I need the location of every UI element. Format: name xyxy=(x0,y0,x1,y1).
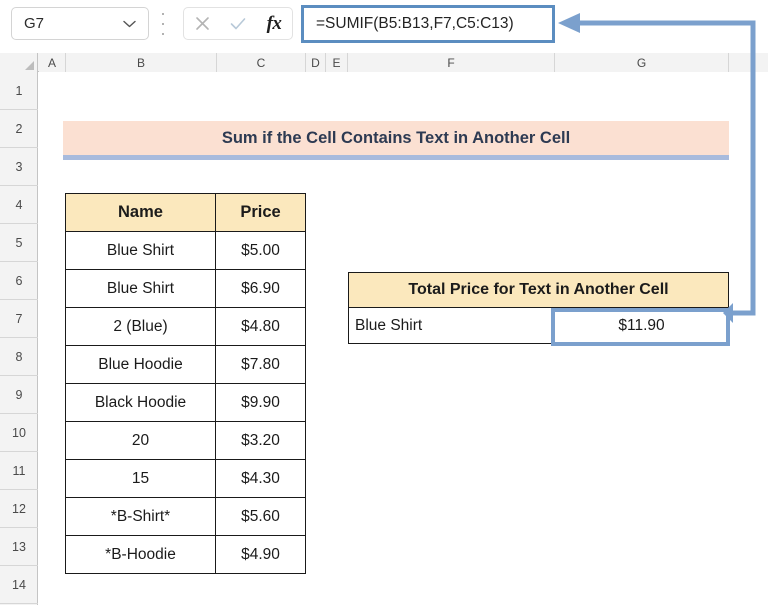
column-header-g[interactable]: G xyxy=(555,53,729,72)
excel-worksheet-screenshot: G7 fx =SUMIF(B5:B13,F7,C5:C13) A B C D E… xyxy=(0,0,768,605)
column-header-c[interactable]: C xyxy=(217,53,306,72)
more-options-icon[interactable] xyxy=(158,13,168,35)
select-all-triangle-icon xyxy=(25,61,34,70)
row-header-14[interactable]: 14 xyxy=(0,566,38,604)
table-row: Black Hoodie $9.90 xyxy=(65,383,306,422)
cell-name[interactable]: Black Hoodie xyxy=(65,383,216,422)
table-header-row: Name Price xyxy=(65,193,306,232)
table-row: Blue Hoodie $7.80 xyxy=(65,345,306,384)
table-row: Blue Shirt $6.90 xyxy=(65,269,306,308)
row-header-3[interactable]: 3 xyxy=(0,148,38,186)
chevron-down-icon[interactable] xyxy=(118,20,140,28)
name-box-value: G7 xyxy=(24,15,45,32)
column-header-d[interactable]: D xyxy=(306,53,326,72)
column-header-f[interactable]: F xyxy=(348,53,555,72)
column-header-row: A B C D E F G xyxy=(0,53,768,72)
row-header-6[interactable]: 6 xyxy=(0,262,38,300)
select-all-corner[interactable] xyxy=(0,53,38,72)
check-icon[interactable] xyxy=(223,10,253,38)
column-header-h[interactable] xyxy=(729,53,768,72)
cell-price[interactable]: $9.90 xyxy=(215,383,306,422)
insert-function-icon[interactable]: fx xyxy=(259,10,289,38)
table-row: 2 (Blue) $4.80 xyxy=(65,307,306,346)
formula-input[interactable]: =SUMIF(B5:B13,F7,C5:C13) xyxy=(301,5,555,43)
title-banner: Sum if the Cell Contains Text in Another… xyxy=(63,121,729,155)
row-header-column: 1 2 3 4 5 6 7 8 9 10 11 12 13 14 xyxy=(0,72,38,605)
cell-name[interactable]: 15 xyxy=(65,459,216,498)
column-header-b[interactable]: B xyxy=(66,53,217,72)
column-header-e[interactable]: E xyxy=(326,53,348,72)
formula-action-buttons: fx xyxy=(183,7,293,40)
table-header-name: Name xyxy=(65,193,216,232)
row-header-5[interactable]: 5 xyxy=(0,224,38,262)
row-header-4[interactable]: 4 xyxy=(0,186,38,224)
table-row: *B-Hoodie $4.90 xyxy=(65,535,306,574)
formula-bar: G7 fx =SUMIF(B5:B13,F7,C5:C13) xyxy=(0,0,768,50)
row-header-8[interactable]: 8 xyxy=(0,338,38,376)
row-header-2[interactable]: 2 xyxy=(0,110,38,148)
cell-name[interactable]: 20 xyxy=(65,421,216,460)
result-row: Blue Shirt $11.90 xyxy=(348,308,729,344)
cell-price[interactable]: $7.80 xyxy=(215,345,306,384)
row-header-10[interactable]: 10 xyxy=(0,414,38,452)
cell-price[interactable]: $3.20 xyxy=(215,421,306,460)
page-title: Sum if the Cell Contains Text in Another… xyxy=(221,128,571,147)
result-block: Total Price for Text in Another Cell Blu… xyxy=(348,272,729,344)
fx-label: fx xyxy=(266,12,282,34)
cell-price[interactable]: $4.30 xyxy=(215,459,306,498)
cell-price[interactable]: $5.00 xyxy=(215,231,306,270)
cell-price[interactable]: $4.80 xyxy=(215,307,306,346)
result-header-label: Total Price for Text in Another Cell xyxy=(408,281,669,298)
row-header-9[interactable]: 9 xyxy=(0,376,38,414)
cell-price[interactable]: $5.60 xyxy=(215,497,306,536)
table-row: Blue Shirt $5.00 xyxy=(65,231,306,270)
cell-name[interactable]: *B-Hoodie xyxy=(65,535,216,574)
row-header-13[interactable]: 13 xyxy=(0,528,38,566)
cell-name[interactable]: *B-Shirt* xyxy=(65,497,216,536)
table-row: 15 $4.30 xyxy=(65,459,306,498)
name-box[interactable]: G7 xyxy=(11,7,149,40)
cell-price[interactable]: $6.90 xyxy=(215,269,306,308)
row-header-11[interactable]: 11 xyxy=(0,452,38,490)
cancel-icon[interactable] xyxy=(187,10,217,38)
cell-name[interactable]: Blue Shirt xyxy=(65,269,216,308)
cell-price[interactable]: $4.90 xyxy=(215,535,306,574)
column-header-a[interactable]: A xyxy=(39,53,66,72)
title-banner-underline xyxy=(63,155,729,160)
cell-name[interactable]: 2 (Blue) xyxy=(65,307,216,346)
row-header-12[interactable]: 12 xyxy=(0,490,38,528)
cell-name[interactable]: Blue Hoodie xyxy=(65,345,216,384)
table-row: 20 $3.20 xyxy=(65,421,306,460)
cell-name[interactable]: Blue Shirt xyxy=(65,231,216,270)
table-header-price: Price xyxy=(215,193,306,232)
table-row: *B-Shirt* $5.60 xyxy=(65,497,306,536)
result-header: Total Price for Text in Another Cell xyxy=(348,272,729,308)
worksheet-grid[interactable]: Sum if the Cell Contains Text in Another… xyxy=(39,72,768,605)
row-header-7[interactable]: 7 xyxy=(0,300,38,338)
price-data-table: Name Price Blue Shirt $5.00 Blue Shirt $6.9… xyxy=(65,193,306,574)
criteria-cell-f7[interactable]: Blue Shirt xyxy=(349,308,555,343)
row-header-1[interactable]: 1 xyxy=(0,72,38,110)
total-cell-g7[interactable]: $11.90 xyxy=(555,308,728,343)
formula-text: =SUMIF(B5:B13,F7,C5:C13) xyxy=(316,15,514,32)
